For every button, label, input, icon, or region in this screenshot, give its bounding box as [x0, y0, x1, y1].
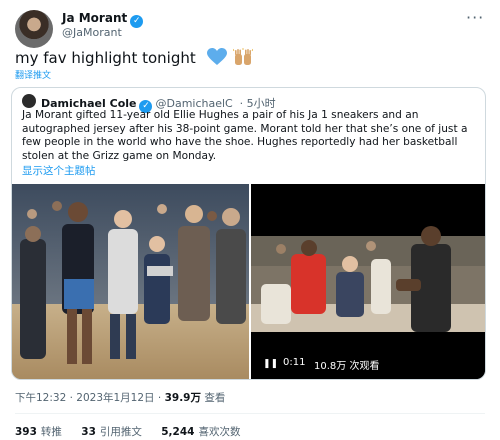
- translate-tweet-link[interactable]: 翻译推文: [15, 68, 51, 81]
- author-handle[interactable]: @JaMorant: [62, 26, 122, 39]
- author-avatar[interactable]: [15, 10, 53, 48]
- tweet-video[interactable]: ❚❚ 0:11 10.8万 次观看: [251, 184, 485, 379]
- retweets-label: 转推: [40, 426, 62, 438]
- quoted-tweet-card[interactable]: Damichael Cole ✓ @DamichaelC · 5小时 Ja Mora…: [11, 87, 486, 380]
- video-time: 0:11: [283, 357, 306, 368]
- tweet-text: my fav highlight tonight: [15, 48, 254, 67]
- tweet-text-content: my fav highlight tonight: [15, 49, 196, 67]
- quoted-tweet-text: Ja Morant gifted 11-year old Ellie Hughe…: [22, 109, 468, 162]
- engagement-stats: 393 转推 33 引用推文 5,244 喜欢次数: [15, 424, 256, 439]
- tweet-timestamp[interactable]: 下午12:32 · 2023年1月12日: [15, 392, 155, 404]
- author-display-name[interactable]: Ja Morant: [62, 11, 127, 25]
- quotes-label: 引用推文: [99, 426, 142, 438]
- blue-heart-icon: [206, 48, 227, 65]
- likes-stat[interactable]: 5,244 喜欢次数: [161, 426, 240, 438]
- meta-separator: ·: [157, 392, 162, 404]
- retweets-count: 393: [15, 426, 37, 438]
- likes-count: 5,244: [161, 426, 195, 438]
- video-poster: [251, 184, 485, 379]
- view-label: 查看: [204, 392, 226, 404]
- quotes-count: 33: [81, 426, 96, 438]
- tweet-photo[interactable]: [12, 184, 249, 379]
- show-thread-link[interactable]: 显示这个主题帖: [22, 163, 96, 178]
- quotes-stat[interactable]: 33 引用推文: [81, 426, 142, 438]
- verified-badge-icon: ✓: [130, 15, 144, 28]
- tweet-meta: 下午12:32 · 2023年1月12日 · 39.9万 查看: [15, 390, 225, 405]
- view-count: 39.9万: [164, 392, 201, 404]
- likes-label: 喜欢次数: [198, 426, 241, 438]
- pause-icon[interactable]: ❚❚: [263, 359, 278, 369]
- video-views: 10.8万 次观看: [314, 361, 380, 372]
- retweets-stat[interactable]: 393 转推: [15, 426, 62, 438]
- quoted-author-avatar: [22, 94, 36, 108]
- raising-hands-icon: [233, 48, 254, 65]
- divider: [15, 413, 485, 414]
- more-options-icon[interactable]: ···: [466, 8, 484, 27]
- photo-image: [12, 184, 249, 379]
